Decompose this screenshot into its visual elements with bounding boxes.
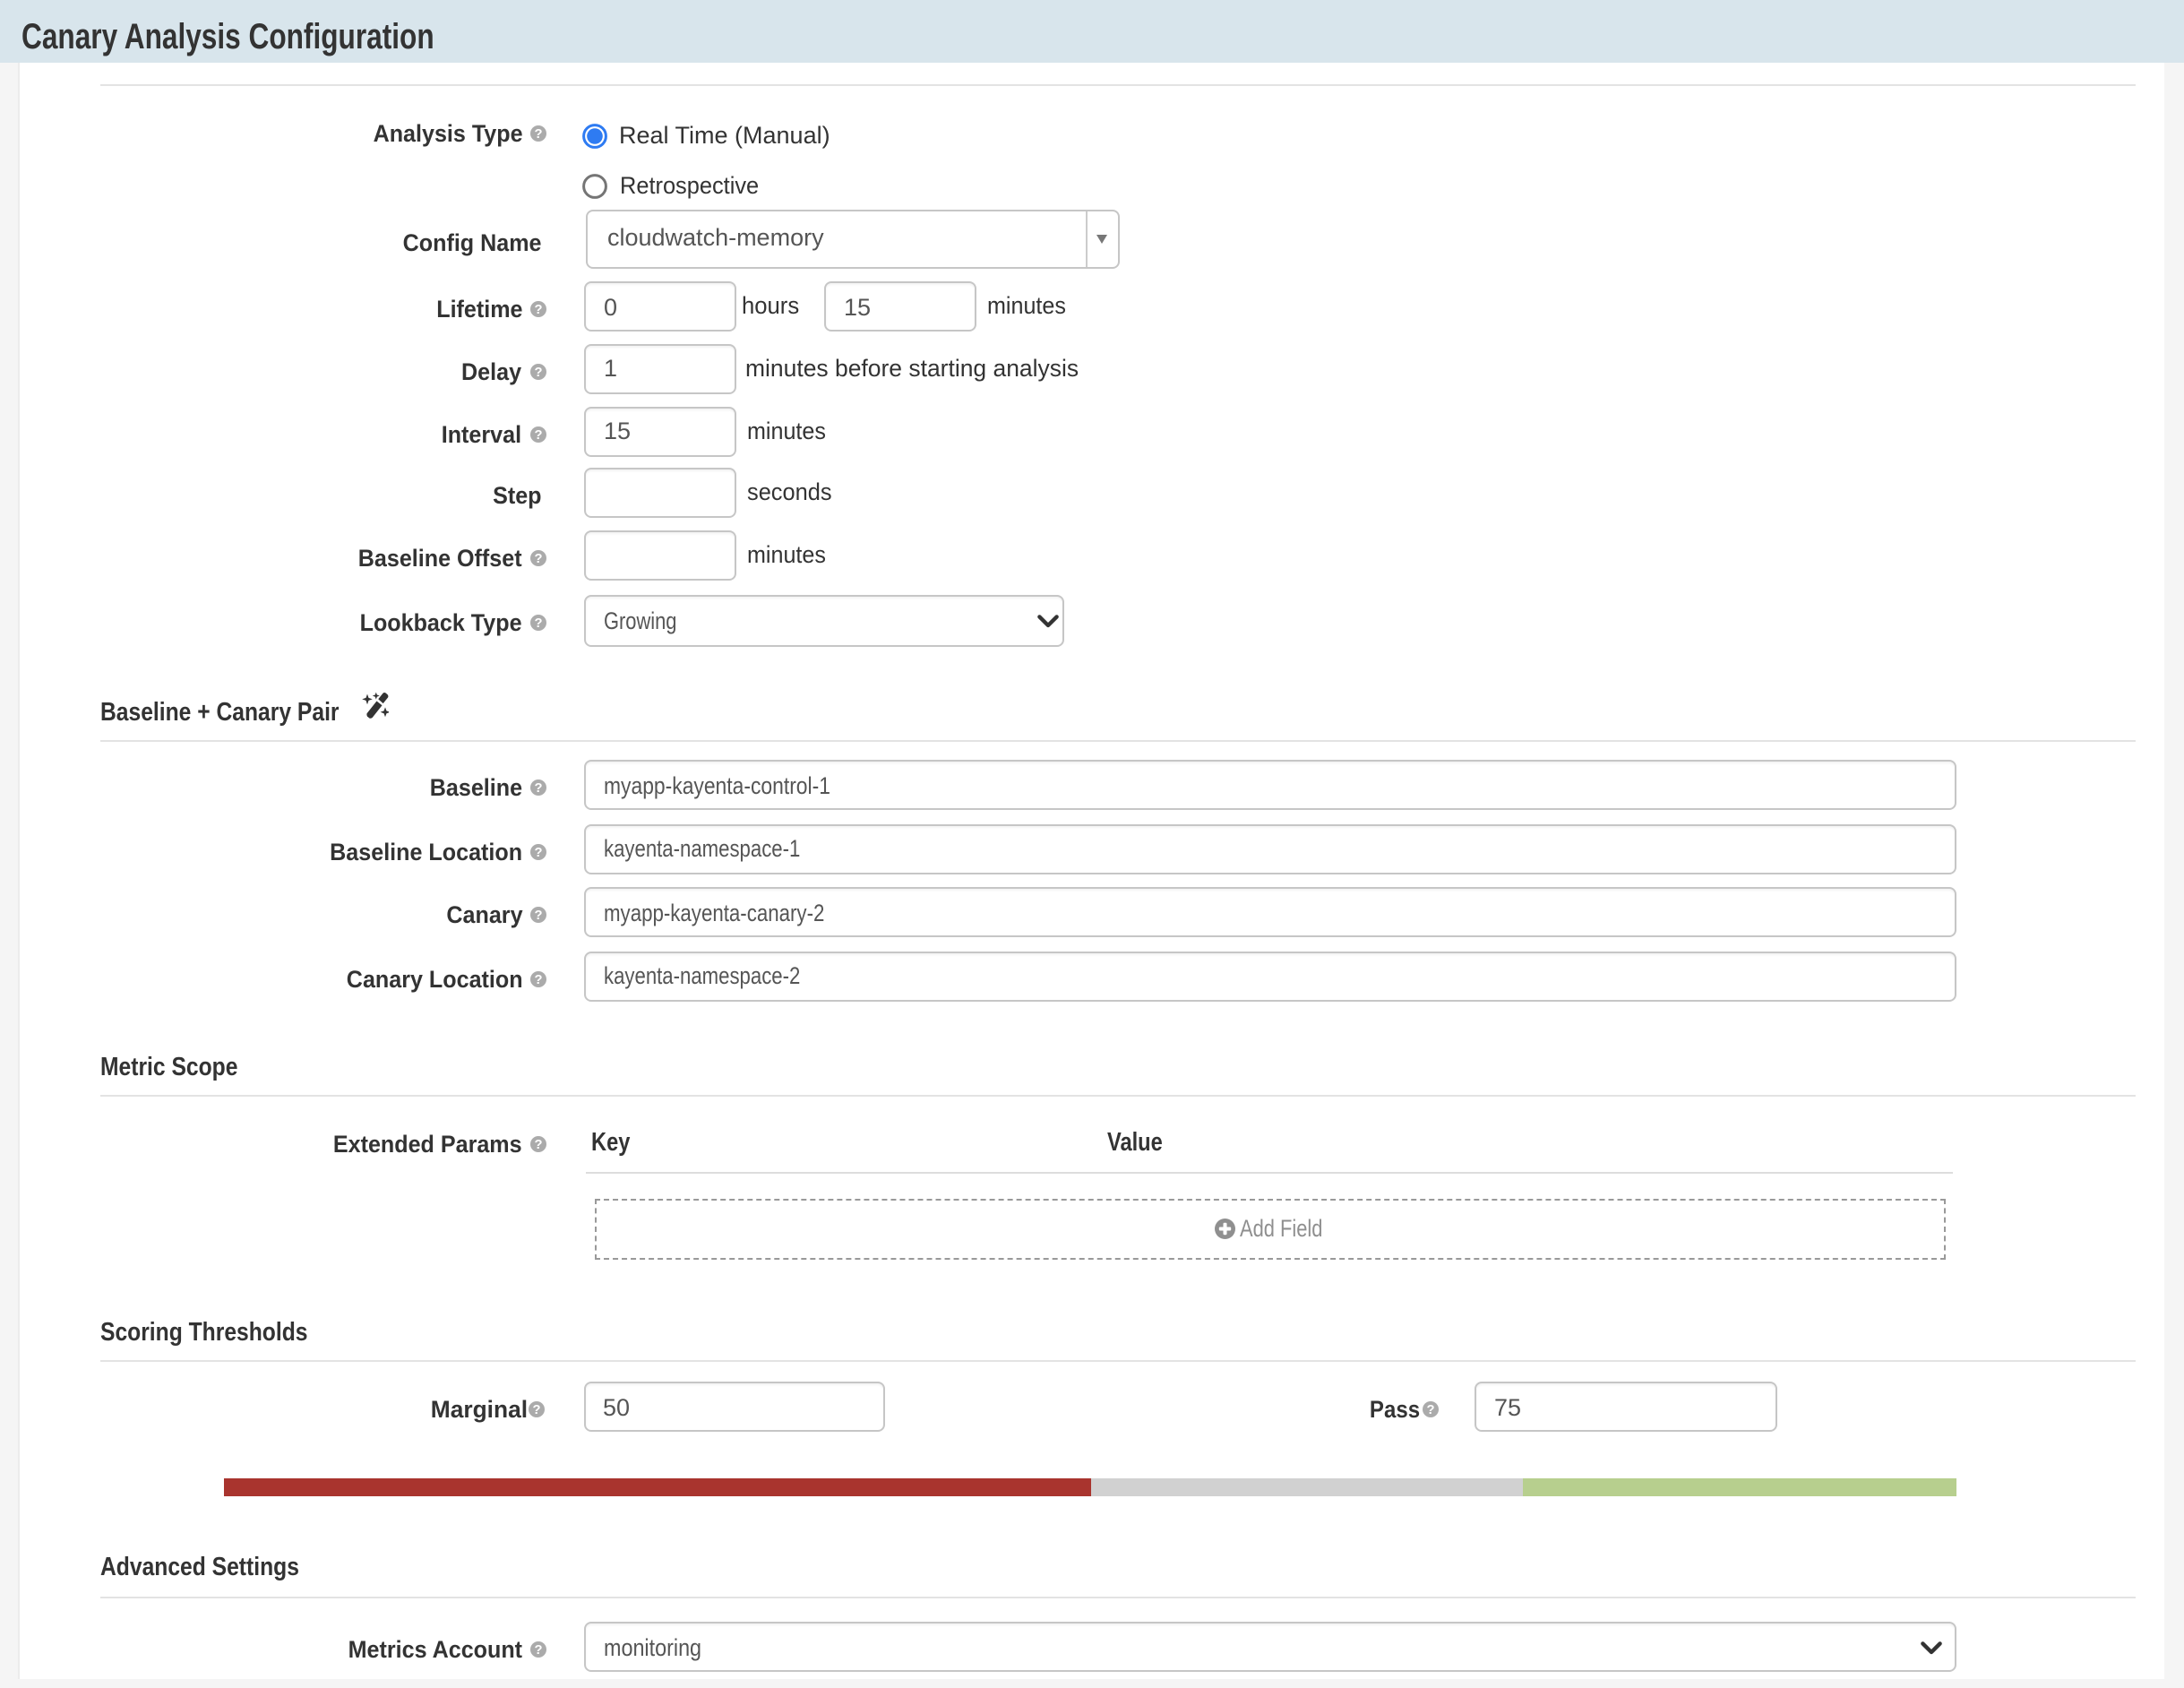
svg-text:?: ? xyxy=(533,909,541,923)
svg-text:?: ? xyxy=(533,972,541,986)
svg-text:?: ? xyxy=(533,845,541,859)
svg-text:?: ? xyxy=(1426,1403,1434,1417)
svg-text:?: ? xyxy=(533,1403,541,1417)
svg-text:?: ? xyxy=(533,428,541,443)
svg-text:?: ? xyxy=(533,616,541,631)
svg-text:?: ? xyxy=(533,365,541,379)
svg-text:?: ? xyxy=(533,781,541,796)
svg-text:?: ? xyxy=(533,304,541,318)
svg-text:?: ? xyxy=(533,1643,541,1658)
svg-text:?: ? xyxy=(533,1138,541,1152)
svg-text:?: ? xyxy=(533,552,541,566)
svg-text:?: ? xyxy=(533,126,541,141)
